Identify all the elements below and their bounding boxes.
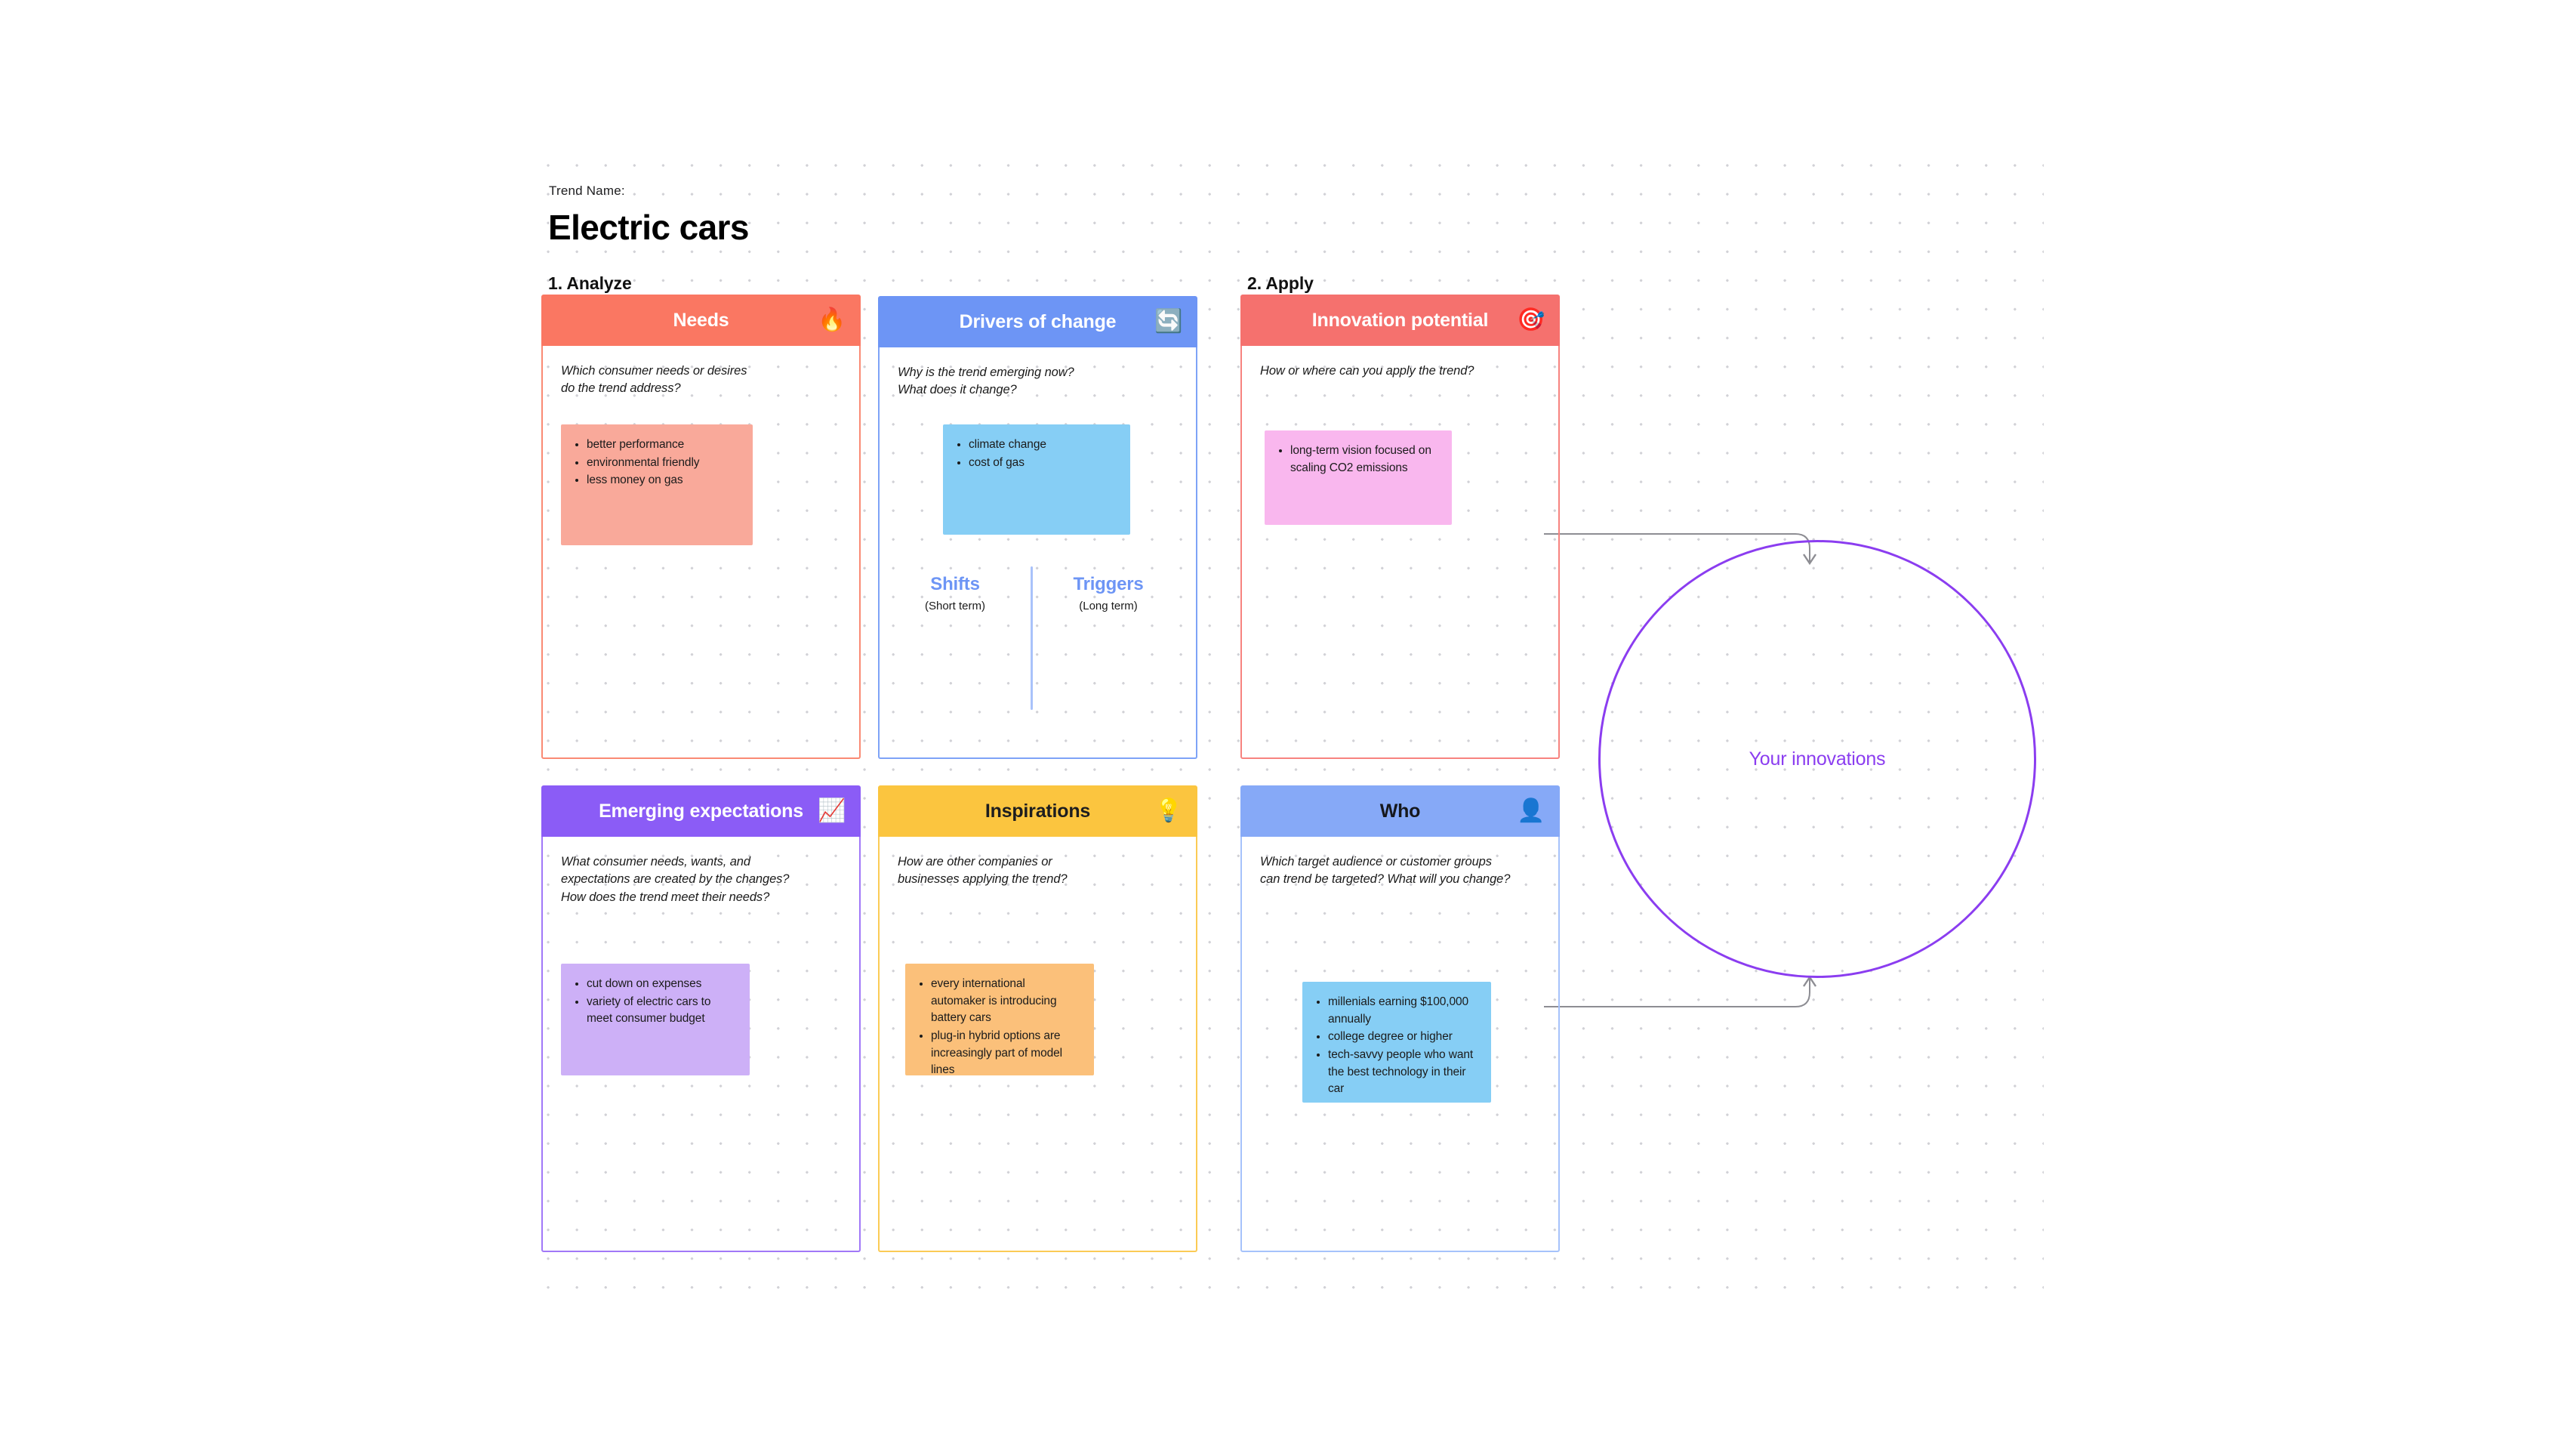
- card-prompt-drivers: Why is the trend emerging now? What does…: [898, 366, 1074, 397]
- list-item: less money on gas: [587, 472, 741, 489]
- card-header-inspirations: Inspirations 💡: [878, 785, 1197, 837]
- light-bulb-icon: 💡: [1154, 798, 1183, 823]
- card-inspirations[interactable]: Inspirations 💡 How are other companies o…: [878, 785, 1197, 1252]
- recycle-arrows-icon: 🔄: [1154, 309, 1183, 334]
- person-bust-icon: 👤: [1517, 798, 1545, 823]
- list-item: better performance: [587, 437, 741, 454]
- sticky-note-who[interactable]: millenials earning $100,000 annually col…: [1302, 982, 1491, 1103]
- card-body-who: Which target audience or customer groups…: [1240, 837, 1560, 1252]
- card-body-innovation: How or where can you apply the trend? lo…: [1240, 346, 1560, 759]
- list-item: long-term vision focused on scaling CO2 …: [1290, 443, 1440, 477]
- list-item: cut down on expenses: [587, 976, 738, 993]
- card-needs[interactable]: Needs 🔥 Which consumer needs or desires …: [541, 295, 861, 759]
- list-item: variety of electric cars to meet consume…: [587, 994, 738, 1028]
- card-title-innovation: Innovation potential: [1311, 309, 1489, 331]
- sticky-note-drivers[interactable]: climate change cost of gas: [943, 424, 1130, 535]
- trend-canvas-board: Trend Name: Electric cars 1. Analyze 2. …: [0, 0, 2576, 1450]
- card-title-who: Who: [1379, 800, 1421, 822]
- card-header-who: Who 👤: [1240, 785, 1560, 837]
- list-item: every international automaker is introdu…: [931, 976, 1082, 1027]
- card-header-needs: Needs 🔥: [541, 295, 861, 346]
- list-item: cost of gas: [969, 455, 1118, 472]
- list-item: environmental friendly: [587, 455, 741, 472]
- phase-label-apply: 2. Apply: [1247, 273, 1314, 293]
- card-emerging-expectations[interactable]: Emerging expectations 📈 What consumer ne…: [541, 785, 861, 1252]
- list-item: millenials earning $100,000 annually: [1328, 994, 1479, 1028]
- card-prompt-who: Which target audience or customer groups…: [1260, 855, 1511, 887]
- dart-target-icon: 🎯: [1517, 307, 1545, 332]
- sticky-note-inspirations[interactable]: every international automaker is introdu…: [905, 964, 1094, 1076]
- card-drivers-of-change[interactable]: Drivers of change 🔄 Why is the trend eme…: [878, 296, 1197, 759]
- list-item: climate change: [969, 437, 1118, 454]
- card-prompt-inspirations: How are other companies or businesses ap…: [898, 855, 1068, 887]
- card-title-needs: Needs: [673, 309, 729, 331]
- your-innovations-circle[interactable]: Your innovations: [1598, 540, 2036, 978]
- card-prompt-emerging: What consumer needs, wants, and expectat…: [561, 855, 790, 904]
- card-body-needs: Which consumer needs or desires do the t…: [541, 346, 861, 759]
- card-title-inspirations: Inspirations: [984, 800, 1091, 822]
- sticky-note-needs[interactable]: better performance environmental friendl…: [561, 424, 753, 545]
- card-title-drivers: Drivers of change: [959, 310, 1117, 332]
- trend-name-label: Trend Name:: [549, 184, 625, 198]
- phase-label-analyze: 1. Analyze: [548, 273, 632, 293]
- page-title[interactable]: Electric cars: [548, 207, 749, 248]
- shifts-subtitle: (Short term): [924, 600, 985, 612]
- card-title-emerging: Emerging expectations: [599, 800, 803, 822]
- card-body-drivers: Why is the trend emerging now? What does…: [878, 347, 1197, 759]
- your-innovations-label: Your innovations: [1749, 748, 1886, 770]
- list-item: plug-in hybrid options are increasingly …: [931, 1028, 1082, 1079]
- sticky-note-innovation[interactable]: long-term vision focused on scaling CO2 …: [1265, 430, 1452, 525]
- card-body-emerging: What consumer needs, wants, and expectat…: [541, 837, 861, 1252]
- list-item: tech-savvy people who want the best tech…: [1328, 1047, 1479, 1098]
- shifts-title: Shifts: [930, 574, 980, 594]
- chart-increasing-icon: 📈: [818, 798, 846, 823]
- card-prompt-needs: Which consumer needs or desires do the t…: [561, 364, 747, 396]
- triggers-title: Triggers: [1073, 574, 1144, 594]
- card-header-drivers: Drivers of change 🔄: [878, 296, 1197, 347]
- card-prompt-innovation: How or where can you apply the trend?: [1260, 364, 1474, 378]
- card-body-inspirations: How are other companies or businesses ap…: [878, 837, 1197, 1252]
- shifts-column: Shifts (Short term): [880, 574, 1031, 612]
- sticky-note-emerging[interactable]: cut down on expenses variety of electric…: [561, 964, 750, 1075]
- card-header-emerging: Emerging expectations 📈: [541, 785, 861, 837]
- triggers-subtitle: (Long term): [1079, 600, 1138, 612]
- list-item: college degree or higher: [1328, 1029, 1479, 1046]
- card-header-innovation: Innovation potential 🎯: [1240, 295, 1560, 346]
- card-who[interactable]: Who 👤 Which target audience or customer …: [1240, 785, 1560, 1252]
- flame-icon: 🔥: [818, 307, 846, 332]
- triggers-column: Triggers (Long term): [1033, 574, 1184, 612]
- card-innovation-potential[interactable]: Innovation potential 🎯 How or where can …: [1240, 295, 1560, 759]
